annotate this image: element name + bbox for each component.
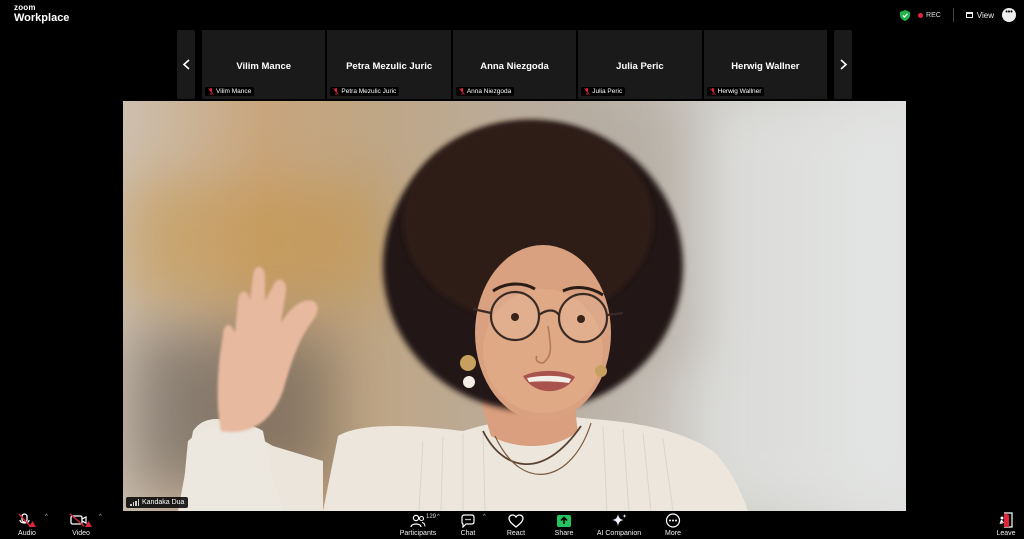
participant-label-text: Petra Mezulic Juric [341,88,397,95]
view-label: View [976,10,994,20]
speaker-name-text: Kandaka Dua [142,499,185,506]
share-label: Share [554,530,574,537]
mic-muted-icon [458,88,465,95]
top-bar: zoom Workplace REC View ••• [0,0,1024,28]
participant-tile[interactable]: Petra Mezulic Juric Petra Mezulic Juric [327,30,451,99]
logo-line-1: zoom [14,3,36,12]
signal-strength-icon [130,499,139,506]
participants-label: Participants [399,530,437,537]
audio-label: Audio [18,530,36,537]
gallery-prev-button[interactable] [177,30,195,99]
participants-icon [410,514,426,528]
rec-label: REC [926,11,941,19]
view-button[interactable]: View [965,10,994,20]
heart-icon [508,514,524,528]
mic-muted-icon [584,88,591,95]
share-screen-icon [557,515,571,527]
video-button[interactable]: Video [67,511,95,539]
leave-label: Leave [996,530,1016,537]
participants-count: 129 [426,514,437,520]
ai-companion-button[interactable]: AI Companion [594,511,644,539]
participant-tile[interactable]: Vilim Mance Vilim Mance [202,30,326,99]
participant-name-label: Herwig Wallner [706,87,765,96]
participant-name-label: Vilim Mance [205,87,255,96]
leave-door-icon [999,512,1013,528]
more-label: More [665,530,681,537]
participant-label-text: Anna Niezgoda [466,88,512,95]
share-button[interactable]: Share [550,511,578,539]
main-video-feed[interactable]: Kandaka Dua [123,101,906,511]
more-icon [665,513,681,528]
video-label: Video [72,530,90,537]
meeting-toolbar: Audio ^ Video ^ Participants 129 ^ Chat … [0,511,1024,539]
record-dot-icon [918,12,924,18]
mic-muted-icon [709,88,716,95]
chevron-right-icon [839,59,847,70]
more-options-icon[interactable]: ••• [1002,8,1016,22]
mic-muted-icon [333,88,340,95]
speaker-video-image [178,121,748,511]
audio-button[interactable]: Audio [14,511,40,539]
mic-muted-icon [18,513,36,527]
participant-label-text: Herwig Wallner [717,88,762,95]
participants-options-chevron-icon[interactable]: ^ [437,514,440,520]
divider [952,8,954,22]
participant-tile[interactable]: Herwig Wallner Herwig Wallner [703,30,828,99]
participant-label-text: Julia Peric [592,88,623,95]
gallery-next-button[interactable] [834,30,852,99]
chat-label: Chat [460,530,476,537]
participant-name-label: Julia Peric [581,87,626,96]
gallery-strip: Vilim Mance Vilim Mance Petra Mezulic Ju… [202,30,828,99]
participant-display-name: Herwig Wallner [731,61,800,72]
shield-icon[interactable] [900,9,911,21]
ai-companion-label: AI Companion [596,530,642,537]
logo-line-2: Workplace [14,12,70,24]
mic-muted-icon [208,88,214,95]
participant-name-label: Anna Niezgoda [455,87,515,96]
recording-indicator[interactable]: REC [918,12,941,19]
chat-options-chevron-icon[interactable]: ^ [483,514,486,520]
audio-options-chevron-icon[interactable]: ^ [45,514,48,520]
participant-display-name: Anna Niezgoda [480,61,549,72]
participant-display-name: Julia Peric [616,61,664,72]
participant-tile[interactable]: Anna Niezgoda Anna Niezgoda [452,30,577,99]
participant-name-label: Petra Mezulic Juric [330,87,400,96]
top-right-controls: REC View ••• [900,7,1016,23]
ai-sparkle-icon [612,514,627,526]
leave-button[interactable]: Leave [993,511,1019,539]
react-button[interactable]: React [502,511,530,539]
chat-icon [461,514,475,528]
more-button[interactable]: More [660,511,686,539]
participant-display-name: Petra Mezulic Juric [346,61,433,72]
participant-tile[interactable]: Julia Peric Julia Peric [578,30,702,99]
react-label: React [506,530,526,537]
participant-display-name: Vilim Mance [236,61,292,72]
video-options-chevron-icon[interactable]: ^ [99,514,102,520]
participant-label-text: Vilim Mance [216,88,252,95]
chevron-left-icon [182,59,190,70]
video-off-icon [69,513,92,527]
speaker-name-label: Kandaka Dua [126,497,189,508]
zoom-workplace-logo: zoom Workplace [14,4,69,24]
chat-button[interactable]: Chat [455,511,481,539]
view-icon [965,12,973,18]
